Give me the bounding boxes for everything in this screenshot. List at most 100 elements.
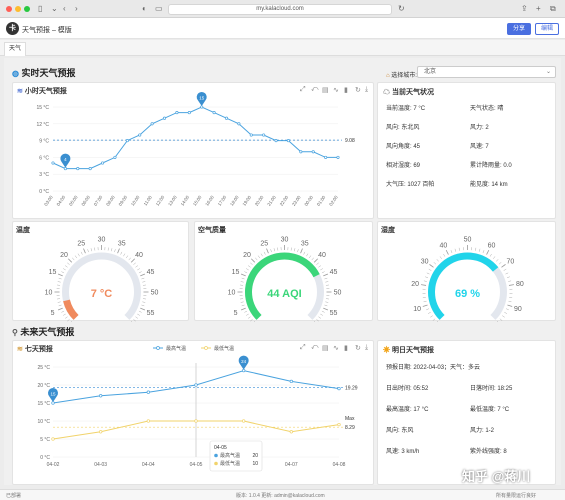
reader-icon[interactable]: ▭ <box>155 4 163 14</box>
tomorrow-weather-value: 7 °C <box>495 407 510 413</box>
gauge-tick <box>508 300 512 303</box>
back-icon[interactable]: ‹ <box>63 4 66 14</box>
maximize-window-button[interactable] <box>24 6 30 12</box>
tomorrow-weather-field: 预报日期: 2022-04-03；天气：多云 <box>386 362 480 371</box>
x-tick-label: 13:00 <box>167 194 178 206</box>
gauge-tick <box>423 280 427 282</box>
gauge-tick <box>294 248 296 252</box>
gauge-tick <box>57 273 63 277</box>
current-weather-value: 7 °C <box>411 106 426 112</box>
current-weather-field: 天气状态: 晴 <box>470 103 503 112</box>
gauge-tick <box>241 277 245 280</box>
gauge-tick <box>240 273 246 277</box>
data-point <box>63 167 67 171</box>
data-point <box>200 105 204 109</box>
gauge-tick-label: 50 <box>151 290 159 297</box>
hourly-line-chart: 0 °C 3 °C 6 °C 9 °C 12 °C 15 °C 03:00 04:00 05:0… <box>36 92 355 207</box>
gauge-tick <box>72 257 75 261</box>
gauge-tick <box>140 273 146 277</box>
gauge-tick <box>64 316 68 319</box>
markline-label: 9.08 <box>345 138 355 144</box>
reload-icon[interactable]: ↻ <box>398 4 405 14</box>
new-tab-icon[interactable]: + <box>536 4 541 14</box>
tomorrow-weather-label: 预报日期: <box>386 365 412 371</box>
dashboard: ◍ 实时天气预报 ⌂ 选择城市: 北京 ⌄ ≋ 小时天气预报 ⤢ ⤺ ▤ ∿ ▮… <box>4 58 561 485</box>
gauge-tick <box>263 251 266 255</box>
sun-icon: ☀ <box>383 347 390 354</box>
shield-icon[interactable]: ◐ <box>142 4 147 14</box>
gauge-tick <box>77 253 80 257</box>
data-point <box>101 161 105 165</box>
air-quality-gauge-card: 空气质量 05101520253035404550556044 AQI <box>194 221 373 322</box>
current-weather-field: 当前温度: 7 °C <box>386 103 425 112</box>
y-tick-label: 0 °C <box>39 189 49 195</box>
future-title-text: 未来天气预报 <box>20 327 75 337</box>
x-tick-label: 04-08 <box>333 462 346 468</box>
data-point <box>194 383 198 387</box>
gauge-tick <box>316 262 319 265</box>
tomorrow-weather-label: 风向: <box>386 428 400 434</box>
air-quality-gauge: 05101520253035404550556044 AQI <box>228 237 341 322</box>
minimize-window-button[interactable] <box>15 6 21 12</box>
data-point <box>146 419 150 423</box>
gauge-tick <box>498 262 502 265</box>
gauge-tick <box>486 249 490 255</box>
gauge-tick <box>311 257 314 261</box>
current-weather-label: 大气压: <box>386 182 406 188</box>
gauge-tick-label: 55 <box>330 310 338 317</box>
chevron-down-icon[interactable]: ⌄ <box>51 4 58 14</box>
tomorrow-weather-field: 日出时间: 05:52 <box>386 383 428 392</box>
share-button[interactable]: 分享 <box>507 23 531 35</box>
gauge-tick <box>313 258 319 263</box>
gauge-tick <box>61 271 65 274</box>
tomorrow-weather-field: 紫外线强度: 8 <box>470 446 507 455</box>
gauge-tick <box>135 316 139 319</box>
gauge-tick <box>300 248 303 254</box>
gauge-tick <box>74 255 77 259</box>
data-point <box>113 155 117 159</box>
x-tick-label: 09:00 <box>118 194 129 206</box>
current-weather-card: ☁ 当前天气状况 当前温度: 7 °C 天气状态: 晴风向: 东北风 风力: 2 风向… <box>377 82 556 219</box>
gauge-tick <box>325 281 329 283</box>
data-point <box>299 150 303 154</box>
gauge-tick <box>123 253 126 257</box>
gauge-tick <box>508 284 514 286</box>
gauge-tick-label: 45 <box>147 269 155 276</box>
gauge-tick <box>270 249 272 253</box>
url-text: my.kalacloud.com <box>256 6 304 12</box>
gauge-tick <box>135 265 139 268</box>
city-select[interactable]: 北京 ⌄ <box>417 66 556 78</box>
data-point <box>51 401 55 405</box>
x-tick-label: 10:00 <box>130 194 141 206</box>
gauge-tick-label: 20 <box>411 281 419 288</box>
tabs-overview-icon[interactable]: ⧉ <box>550 4 556 14</box>
gauge-tick <box>505 308 509 311</box>
share-icon[interactable]: ⇪ <box>521 4 528 14</box>
sidebar-icon[interactable]: ▯ <box>38 4 42 14</box>
tomorrow-weather-value: 2022-04-03；天气：多云 <box>411 365 481 371</box>
gauge-tick <box>323 307 329 311</box>
close-window-button[interactable] <box>6 6 12 12</box>
y-tick-label: 20 °C <box>37 383 50 389</box>
tab-weather[interactable]: 天气 <box>4 42 26 56</box>
realtime-title-text: 实时天气预报 <box>21 68 76 78</box>
edit-button[interactable]: 编辑 <box>535 23 559 35</box>
gauge-tick <box>250 319 253 322</box>
gauge-tick <box>126 255 129 259</box>
data-point <box>224 116 229 120</box>
address-bar[interactable]: my.kalacloud.com <box>168 4 392 15</box>
data-point <box>76 167 80 171</box>
gauge-tick <box>250 262 253 265</box>
gauge-tick <box>426 272 430 275</box>
gauge-tick <box>61 310 65 313</box>
current-weather-value: 45 <box>411 144 421 150</box>
realtime-section-title: ◍ 实时天气预报 <box>12 66 76 79</box>
x-tick-label: 03:00 <box>43 194 54 206</box>
forward-icon[interactable]: › <box>75 4 78 14</box>
gauge-value: 7 °C <box>91 288 113 300</box>
gauge-tick <box>297 249 299 253</box>
gauge-tick <box>454 248 456 252</box>
current-weather-field: 能见度: 14 km <box>470 179 508 188</box>
gauge-tick-label: 35 <box>301 241 309 248</box>
deploy-status: 已部署 <box>6 493 22 499</box>
